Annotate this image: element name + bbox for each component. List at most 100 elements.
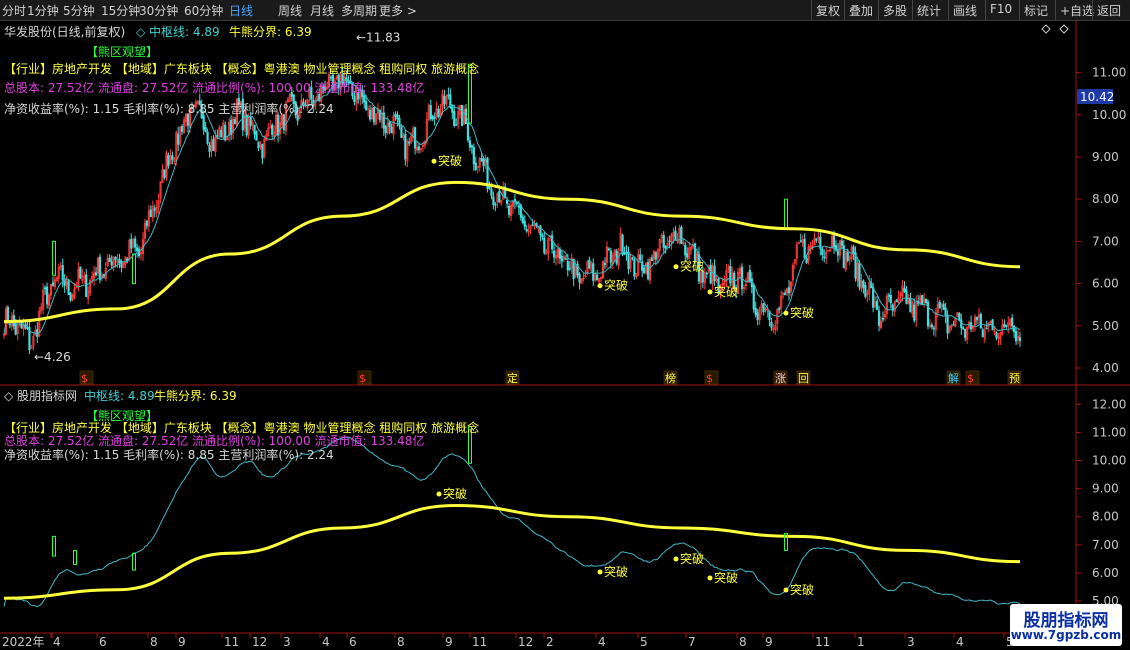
period-tab[interactable]: 周线 bbox=[278, 2, 302, 19]
event-marker[interactable]: 榜 bbox=[665, 371, 676, 385]
period-tab[interactable]: 多周期 bbox=[341, 2, 377, 19]
event-marker[interactable]: $ bbox=[359, 372, 366, 385]
candle-body bbox=[609, 250, 612, 263]
toolbar-button[interactable]: 画线 bbox=[953, 2, 977, 19]
candle-body bbox=[417, 146, 421, 151]
candle-body bbox=[633, 259, 636, 277]
candle-body bbox=[770, 321, 773, 328]
time-tick-label: 4 bbox=[598, 635, 606, 649]
stock-title: 华发股份(日线,前复权) bbox=[4, 25, 126, 39]
toolbar-button[interactable]: 统计 bbox=[917, 2, 941, 19]
bottom-breakout-dot bbox=[673, 556, 679, 562]
period-tab[interactable]: 日线 bbox=[229, 2, 253, 19]
candle-body bbox=[482, 158, 485, 167]
candle-body bbox=[437, 109, 440, 118]
candle-body bbox=[470, 145, 473, 148]
candle-body bbox=[958, 313, 961, 321]
period-tab[interactable]: 30分钟 bbox=[139, 2, 178, 19]
toolbar-button[interactable]: 标记 bbox=[1024, 2, 1048, 19]
candle-body bbox=[924, 298, 928, 304]
toolbar-button[interactable]: F10 bbox=[990, 2, 1012, 16]
bottom-breakout-label: 突破 bbox=[443, 486, 467, 501]
candle-body bbox=[79, 266, 82, 279]
candle-body bbox=[821, 248, 824, 255]
candle-body bbox=[51, 282, 55, 287]
event-marker[interactable]: 涨 bbox=[775, 372, 786, 385]
period-toolbar: 分时 1分钟 5分钟 15分钟 30分钟 60分钟 日线 周线 月线 多周期 更多 > 复权 叠加 多股统… bbox=[0, 0, 1130, 21]
toolbar-button[interactable]: 复权 bbox=[816, 2, 840, 19]
bottom-price-tick-label: 7.00 bbox=[1092, 538, 1119, 552]
period-tab[interactable]: 60分钟 bbox=[184, 2, 223, 19]
candle-body bbox=[778, 307, 781, 310]
current-price-label: 10.42 bbox=[1080, 90, 1114, 104]
time-tick-label: 12 bbox=[252, 635, 267, 649]
price-tick-label: 9.00 bbox=[1092, 150, 1119, 164]
candle-body bbox=[799, 240, 802, 243]
candle-body bbox=[490, 188, 493, 196]
toolbar-button[interactable]: +自选 bbox=[1060, 2, 1094, 19]
candle-body bbox=[930, 324, 934, 328]
candle-body bbox=[451, 106, 454, 113]
toolbar-button[interactable]: 叠加 bbox=[849, 2, 873, 19]
period-tab[interactable]: 月线 bbox=[310, 2, 334, 19]
candle-body bbox=[995, 332, 998, 338]
event-marker[interactable]: $ bbox=[706, 372, 713, 385]
candle-body bbox=[525, 228, 528, 232]
center-line-label: ◇ 中枢线: 4.89 bbox=[136, 25, 220, 39]
candle-body bbox=[118, 258, 121, 264]
event-marker[interactable]: 预 bbox=[1009, 372, 1020, 385]
low-price-label: ←4.26 bbox=[34, 350, 71, 364]
bottom-price-tick-label: 11.00 bbox=[1092, 425, 1126, 439]
toolbar-divider bbox=[1019, 0, 1020, 20]
toolbar-button[interactable]: 返回 bbox=[1097, 2, 1121, 19]
candle-body bbox=[110, 261, 113, 266]
candle-body bbox=[408, 141, 411, 144]
bottom-center-line-label: 中枢线: 4.89 bbox=[84, 389, 155, 403]
event-marker[interactable]: 回 bbox=[798, 372, 809, 385]
watermark-url: www.7gpzb.com bbox=[1010, 628, 1122, 642]
candle-body bbox=[261, 143, 264, 159]
bottom-panel-title: ◇ 股朋指标网 bbox=[4, 389, 78, 403]
candle-body bbox=[592, 263, 595, 281]
candle-body bbox=[909, 297, 912, 313]
candle-body bbox=[754, 308, 757, 316]
event-marker[interactable]: $ bbox=[967, 372, 974, 385]
toolbar-divider bbox=[811, 0, 812, 20]
time-tick-label: 6 bbox=[99, 635, 107, 649]
candle-body bbox=[858, 263, 861, 288]
candle-body bbox=[674, 230, 677, 241]
candle-body bbox=[400, 126, 403, 138]
candle-body bbox=[607, 248, 611, 251]
candle-body bbox=[253, 124, 256, 135]
candle-body bbox=[67, 280, 70, 295]
candle-body bbox=[921, 295, 924, 305]
candle-body bbox=[564, 258, 567, 260]
event-marker[interactable]: 解 bbox=[948, 371, 959, 385]
period-tab[interactable]: 1分钟 bbox=[27, 2, 59, 19]
candle-body bbox=[686, 253, 689, 258]
candle-body bbox=[1011, 317, 1014, 327]
candle-body bbox=[6, 306, 10, 323]
candle-body bbox=[353, 96, 356, 102]
breakout-dot bbox=[431, 158, 437, 164]
candle-body bbox=[433, 116, 436, 119]
period-tab[interactable]: 更多 > bbox=[379, 2, 417, 19]
candle-body bbox=[942, 303, 945, 310]
breakout-label: 突破 bbox=[714, 284, 738, 299]
price-tick-label: 10.00 bbox=[1092, 108, 1126, 122]
candle-body bbox=[762, 303, 765, 313]
candle-body bbox=[551, 235, 554, 250]
candle-body bbox=[507, 205, 511, 215]
price-tick-label: 5.00 bbox=[1092, 319, 1119, 333]
candle-body bbox=[1003, 323, 1006, 327]
period-tab[interactable]: 5分钟 bbox=[63, 2, 95, 19]
event-marker[interactable]: $ bbox=[81, 372, 88, 385]
period-tab[interactable]: 15分钟 bbox=[101, 2, 140, 19]
event-marker[interactable]: 定 bbox=[507, 371, 518, 385]
candle-body bbox=[895, 299, 898, 303]
time-tick-label: 11 bbox=[224, 635, 239, 649]
candle-body bbox=[903, 287, 906, 292]
candle-body bbox=[891, 304, 894, 310]
toolbar-button[interactable]: 多股 bbox=[883, 2, 907, 19]
period-tab[interactable]: 分时 bbox=[2, 2, 26, 19]
